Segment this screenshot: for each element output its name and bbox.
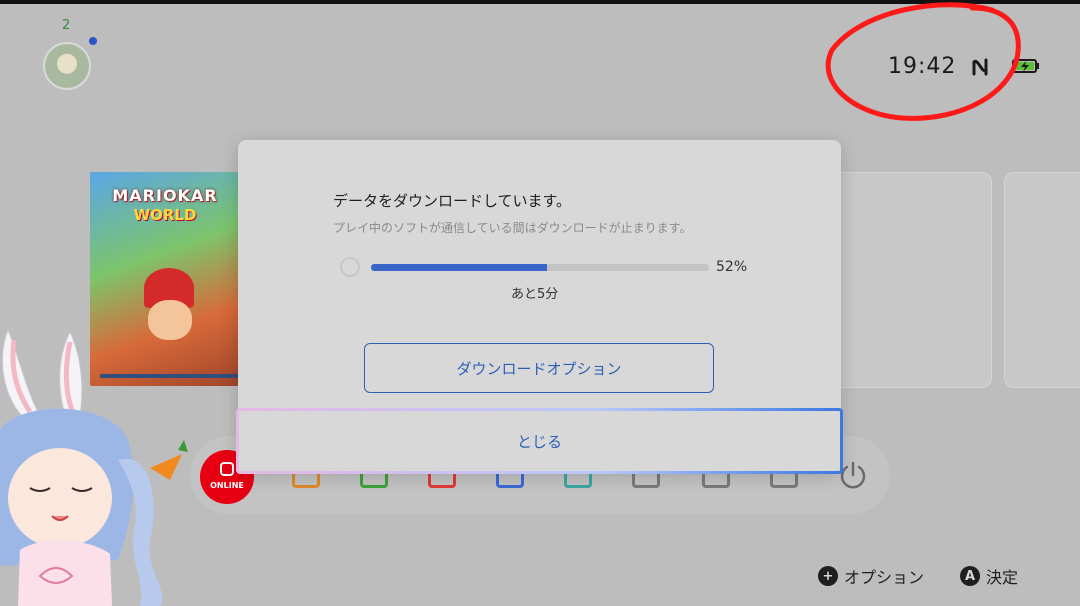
dock-controller-icon[interactable] xyxy=(702,474,730,488)
footer-options[interactable]: + オプション xyxy=(818,564,924,588)
footer-confirm[interactable]: A 決定 xyxy=(960,564,1018,588)
download-progress-bar xyxy=(371,264,709,271)
dock-chat-icon[interactable] xyxy=(564,474,592,488)
switch-logo-icon xyxy=(220,462,234,476)
user-notification-count: 2 xyxy=(62,18,71,33)
dock-shop-icon[interactable] xyxy=(360,474,388,488)
dialog-subtitle: プレイ中のソフトが通信している間はダウンロードが止まります。 xyxy=(333,221,692,235)
footer-confirm-label: 決定 xyxy=(986,568,1019,587)
footer-options-label: オプション xyxy=(844,568,925,587)
close-button[interactable]: とじる xyxy=(236,408,843,474)
game-tile-empty[interactable] xyxy=(826,172,992,388)
game-tile-empty[interactable] xyxy=(1004,172,1080,388)
game-subtitle: WORLD xyxy=(133,206,197,224)
dialog-title: データをダウンロードしています。 xyxy=(333,192,572,210)
dock-news-icon[interactable] xyxy=(292,474,320,488)
a-button-icon: A xyxy=(960,566,980,586)
game-title: MARIOKAR xyxy=(112,186,218,205)
dock-gamecard-icon[interactable] xyxy=(428,474,456,488)
red-annotation-circle xyxy=(825,2,1021,121)
user-status-dot xyxy=(89,37,97,45)
loading-spinner-icon xyxy=(340,257,360,277)
download-options-button[interactable]: ダウンロードオプション xyxy=(364,343,714,393)
dock-settings-icon[interactable] xyxy=(770,474,798,488)
user-avatar[interactable] xyxy=(43,42,91,90)
dock-album-icon[interactable] xyxy=(496,474,524,488)
download-progress-fill xyxy=(371,264,547,271)
vtuber-avatar-overlay xyxy=(0,330,188,606)
time-remaining: あと5分 xyxy=(511,287,559,302)
download-percent: 52% xyxy=(716,259,748,275)
plus-button-icon: + xyxy=(818,566,838,586)
dock-tag-icon[interactable] xyxy=(632,474,660,488)
